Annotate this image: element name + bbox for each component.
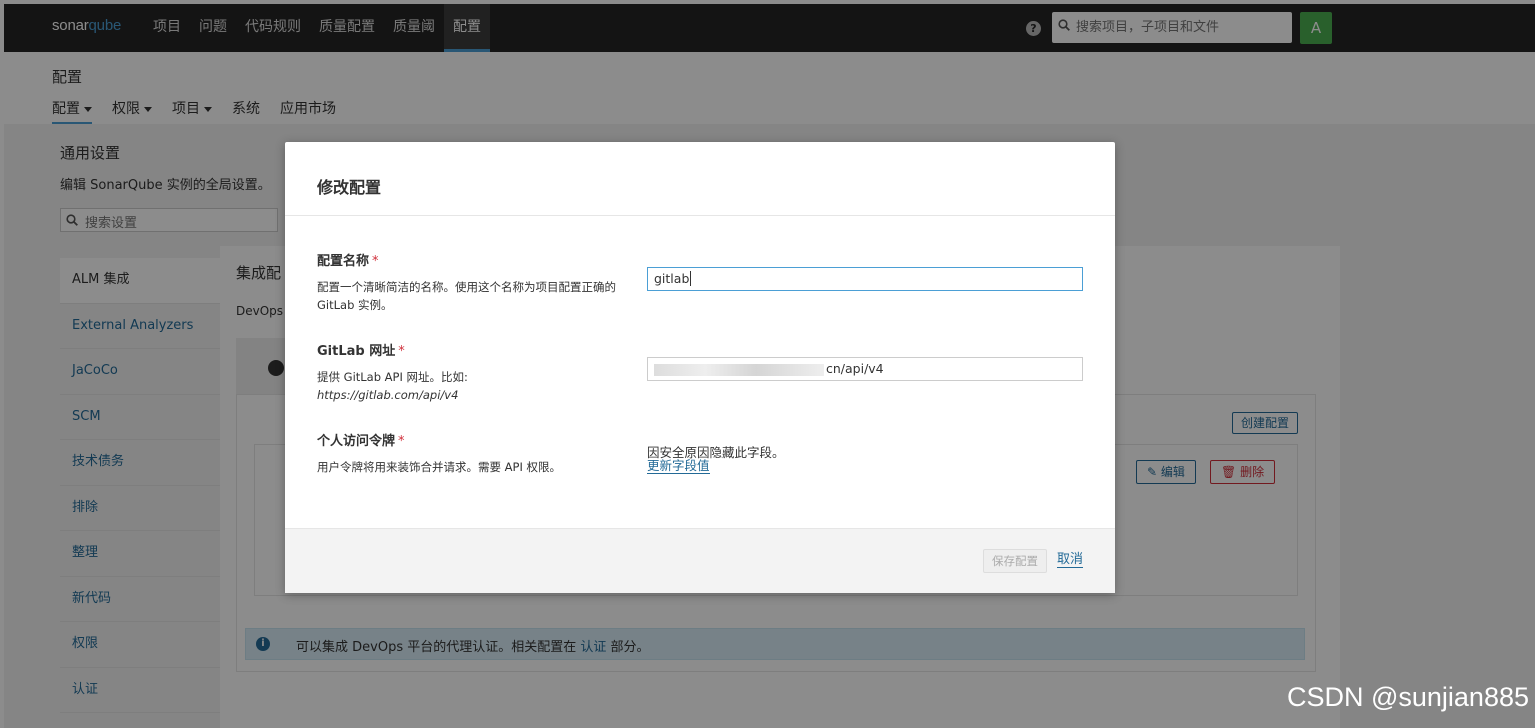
- personal-token-label: 个人访问令牌 *: [317, 434, 405, 449]
- personal-token-description: 用户令牌将用来装饰合并请求。需要 API 权限。: [317, 460, 562, 474]
- modal-title: 修改配置: [317, 178, 382, 197]
- required-mark: *: [398, 434, 405, 449]
- cancel-button[interactable]: 取消: [1057, 552, 1084, 568]
- gitlab-url-input[interactable]: cn/api/v4: [647, 357, 1083, 381]
- required-mark: *: [372, 254, 379, 269]
- config-name-input[interactable]: gitlab: [647, 267, 1083, 291]
- gitlab-url-example: https://gitlab.com/api/v4: [317, 388, 459, 402]
- modal-footer: 保存配置 取消: [285, 528, 1115, 593]
- required-mark: *: [398, 344, 405, 359]
- modal-header: 修改配置: [285, 142, 1115, 216]
- redacted-text: [654, 363, 824, 376]
- config-name-label: 配置名称 *: [317, 254, 379, 269]
- gitlab-url-description: 提供 GitLab API 网址。比如: https://gitlab.com/a…: [317, 370, 468, 402]
- gitlab-url-label: GitLab 网址 *: [317, 344, 405, 359]
- save-configuration-button[interactable]: 保存配置: [983, 549, 1047, 573]
- update-field-link[interactable]: 更新字段值: [647, 459, 710, 474]
- edit-configuration-modal: 修改配置 配置名称 * 配置一个清晰简洁的名称。使用这个名称为项目配置正确的 Gi…: [285, 142, 1115, 593]
- config-name-description: 配置一个清晰简洁的名称。使用这个名称为项目配置正确的 GitLab 实例。: [317, 280, 616, 312]
- watermark-text: CSDN @sunjian885: [1286, 682, 1529, 712]
